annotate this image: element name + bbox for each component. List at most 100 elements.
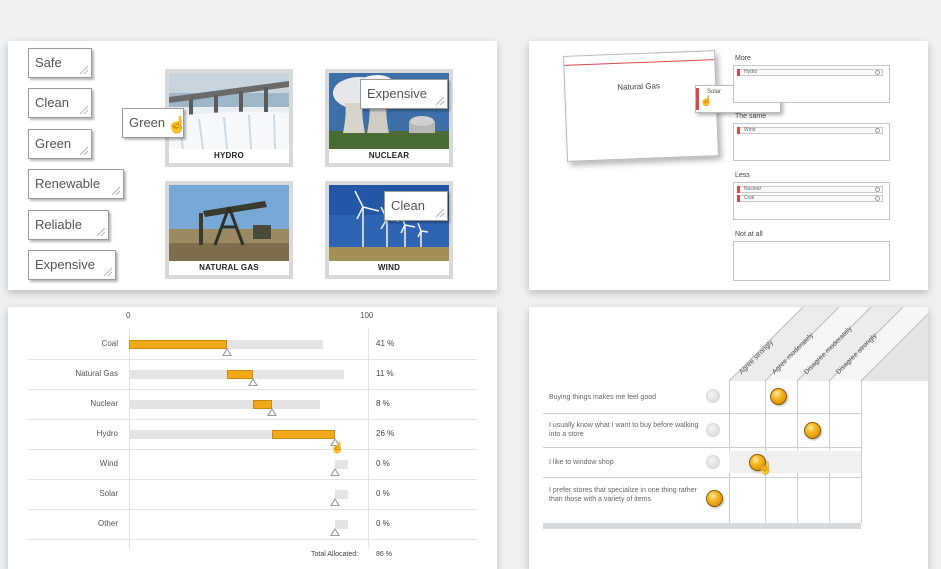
list-same[interactable]: Wind	[733, 123, 890, 161]
row-divider	[28, 389, 477, 390]
slider-label: Wind	[99, 459, 118, 468]
dragging-item-label: Solar	[707, 89, 722, 95]
list-item[interactable]: Nuclear	[737, 186, 883, 193]
slider-fill	[272, 430, 335, 439]
resize-grip-icon	[80, 106, 88, 114]
slider-percent: 0 %	[376, 519, 390, 528]
slider-label: Other	[97, 519, 118, 528]
slider-percent: 0 %	[376, 459, 390, 468]
slider-percent: 26 %	[376, 429, 395, 438]
card-label: Natural Gas	[617, 81, 661, 92]
grid-line	[543, 447, 861, 448]
item-label: Coal	[744, 195, 755, 201]
tag-reliable[interactable]: Reliable	[28, 210, 109, 240]
slider-handle-icon[interactable]	[221, 348, 232, 356]
grid-line	[861, 381, 862, 523]
row-divider	[28, 479, 477, 480]
resize-grip-icon	[104, 268, 112, 276]
statement-3: I like to window shop	[549, 459, 614, 466]
hand-cursor-icon: ☝	[758, 461, 773, 475]
resize-grip-icon	[436, 209, 444, 217]
list-label-more: More	[735, 55, 751, 62]
list-less[interactable]: Nuclear Coal	[733, 182, 890, 220]
list-label-same: The same	[735, 113, 767, 120]
tag-label: Expensive	[35, 257, 95, 272]
item-label: Nuclear	[744, 186, 762, 192]
statement-4: I prefer stores that specialize in one t…	[549, 487, 697, 503]
tag-label: Green	[129, 115, 166, 130]
slider-handle-icon[interactable]	[329, 468, 340, 476]
row-divider	[28, 359, 477, 360]
sort-lists-panel: Natural Gas Solar ☝ More Hydro The same …	[529, 41, 928, 290]
tag-expensive-placed[interactable]: Expensive	[360, 79, 448, 109]
hand-cursor-icon: ☝	[330, 442, 345, 454]
list-more[interactable]: Hydro	[733, 65, 890, 103]
slider-percent: 0 %	[376, 489, 390, 498]
slider-percent: 11 %	[376, 369, 394, 378]
grid-line	[543, 477, 861, 478]
total-value: 86 %	[376, 551, 392, 558]
tile-caption: NUCLEAR	[329, 149, 449, 163]
slider-handle-icon[interactable]	[248, 378, 259, 386]
tag-label: Reliable	[35, 217, 82, 232]
resize-grip-icon	[112, 187, 120, 195]
remove-icon[interactable]	[875, 196, 880, 201]
list-label-less: Less	[735, 172, 750, 179]
tag-clean[interactable]: Clean	[28, 88, 92, 118]
slider-label: Coal	[101, 339, 118, 348]
scale-max: 100	[360, 311, 374, 320]
allocation-panel: 0 100 Coal 41 % Natural Gas 11 % Nuclear 8 % H…	[8, 307, 497, 569]
remove-icon[interactable]	[875, 187, 880, 192]
slider-label: Hydro	[96, 429, 118, 438]
list-item[interactable]: Coal	[737, 195, 883, 202]
statement-2: I usually know what I want to buy before…	[549, 422, 699, 438]
statement-1: Buying things makes me feel good	[549, 394, 657, 401]
slider-fill	[129, 340, 227, 349]
tag-label: Safe	[35, 55, 62, 70]
slider-handle-icon[interactable]	[267, 408, 278, 416]
unanswered-marker[interactable]	[706, 389, 720, 403]
tag-green[interactable]: Green	[28, 129, 92, 159]
scale-max-line	[368, 329, 369, 549]
table-footer-bar	[543, 523, 861, 529]
hydro-image	[169, 73, 289, 149]
tag-renewable[interactable]: Renewable	[28, 169, 124, 199]
slider-label: Natural Gas	[75, 369, 118, 378]
remove-icon[interactable]	[875, 70, 880, 75]
slider-percent: 8 %	[376, 399, 390, 408]
likert-panel: Agree strongly Agree moderately Disagree…	[529, 307, 928, 569]
slider-handle-icon[interactable]	[329, 528, 340, 536]
resize-grip-icon	[97, 228, 105, 236]
tag-clean-placed[interactable]: Clean	[384, 191, 448, 221]
resize-grip-icon	[80, 147, 88, 155]
list-item[interactable]: Hydro	[737, 69, 883, 76]
hand-cursor-icon: ☝	[700, 96, 713, 107]
resize-grip-icon	[80, 66, 88, 74]
row-divider	[28, 419, 477, 420]
tag-label: Renewable	[35, 176, 101, 191]
list-not-at-all[interactable]	[733, 241, 890, 281]
item-accent-bar	[696, 88, 699, 110]
natural-gas-tile[interactable]: NATURAL GAS	[165, 181, 293, 279]
grid-line	[543, 413, 861, 414]
tag-label: Clean	[391, 198, 425, 213]
answer-ball-unplaced[interactable]	[706, 490, 723, 507]
remove-icon[interactable]	[875, 128, 880, 133]
slider-percent: 41 %	[376, 339, 395, 348]
answer-ball[interactable]	[770, 388, 787, 405]
tile-caption: NATURAL GAS	[169, 261, 289, 275]
slider-handle-icon[interactable]	[329, 498, 340, 506]
word-drag-panel: Safe Clean Green Renewable Reliable Expe…	[8, 41, 497, 290]
resize-grip-icon	[436, 97, 444, 105]
pumpjack-image	[169, 185, 289, 261]
answer-ball[interactable]	[804, 422, 821, 439]
hand-cursor-icon: ☝	[167, 117, 187, 134]
row-divider	[28, 539, 477, 540]
tag-safe[interactable]: Safe	[28, 48, 92, 78]
list-item[interactable]: Wind	[737, 127, 883, 134]
scale-min-line	[129, 329, 130, 549]
unanswered-marker[interactable]	[706, 423, 720, 437]
unanswered-marker[interactable]	[706, 455, 720, 469]
slider-track[interactable]	[129, 400, 321, 409]
tag-expensive[interactable]: Expensive	[28, 250, 116, 280]
